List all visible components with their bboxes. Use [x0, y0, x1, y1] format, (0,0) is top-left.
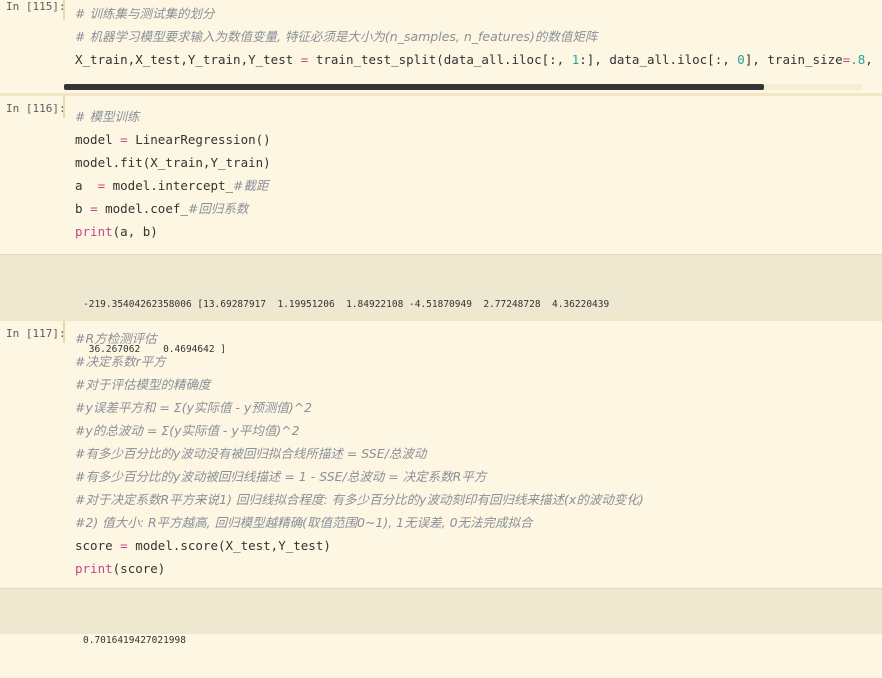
cell-indicator: [63, 96, 65, 118]
cell-indicator: [63, 0, 65, 20]
cell-prompt: In [116]:: [6, 102, 66, 115]
code-comment: #有多少百分比的y波动被回归线描述 = 1 - SSE/总波动 = 决定系数R平…: [75, 469, 487, 484]
code-line: b = model.coef_#回归系数: [75, 197, 882, 220]
code-text: a: [75, 178, 98, 193]
code-line: #有多少百分比的y波动被回归线描述 = 1 - SSE/总波动 = 决定系数R平…: [75, 465, 882, 488]
code-editor[interactable]: # 训练集与测试集的划分 # 机器学习模型要求输入为数值变量, 特征必须是大小为(…: [75, 2, 882, 71]
code-line: # 机器学习模型要求输入为数值变量, 特征必须是大小为(n_samples, n…: [75, 25, 882, 48]
code-text: b: [75, 201, 91, 216]
code-line: #有多少百分比的y波动没有被回归拟合线所描述 = SSE/总波动: [75, 442, 882, 465]
code-comment: #对于评估模型的精确度: [75, 377, 211, 392]
code-line: print(score): [75, 557, 882, 580]
code-comment: # 训练集与测试集的划分: [75, 6, 215, 21]
code-text: ], train_size: [744, 52, 843, 67]
code-number: .8: [850, 52, 866, 67]
code-line: #对于决定系数R平方来说1) 回归线拟合程度: 有多少百分比的y波动刻印有回归线…: [75, 488, 882, 511]
output-line: -219.35404262358006 [13.69287917 1.19951…: [83, 299, 610, 310]
code-operator: =: [97, 178, 106, 193]
code-comment: #2) 值大小: R平方越高, 回归模型越精确(取值范围0~1), 1无误差, …: [75, 515, 533, 530]
cell-prompt: In [115]:: [6, 0, 66, 13]
code-number: 0: [737, 52, 745, 67]
code-line: #对于评估模型的精确度: [75, 373, 882, 396]
code-text: score: [75, 538, 121, 553]
code-line: a = model.intercept_#截距: [75, 174, 882, 197]
cell-output-117: 0.7016419427021998: [0, 588, 882, 646]
code-comment: #决定系数r平方: [75, 354, 166, 369]
code-comment: #截距: [233, 178, 269, 193]
code-text: , r: [865, 52, 882, 67]
code-cell-116[interactable]: In [116]: # 模型训练 model = LinearRegression…: [0, 96, 882, 254]
horizontal-scrollbar[interactable]: [64, 84, 862, 90]
code-comment: # 机器学习模型要求输入为数值变量, 特征必须是大小为(n_samples, n…: [75, 29, 598, 44]
code-line: #y误差平方和 = Σ(y实际值 - y预测值)^2: [75, 396, 882, 419]
code-line: model = LinearRegression(): [75, 128, 882, 151]
code-comment: #有多少百分比的y波动没有被回归拟合线所描述 = SSE/总波动: [75, 446, 427, 461]
code-operator: =: [120, 538, 128, 553]
code-line: #y的总波动 = Σ(y实际值 - y平均值)^2: [75, 419, 882, 442]
code-comment: #y的总波动 = Σ(y实际值 - y平均值)^2: [75, 423, 300, 438]
code-cell-115[interactable]: In [115]: # 训练集与测试集的划分 # 机器学习模型要求输入为数值变量,…: [0, 0, 882, 92]
cell-prompt: In [117]:: [6, 327, 66, 340]
code-operator: =: [120, 132, 128, 147]
code-text: LinearRegression(): [127, 132, 271, 147]
code-text: model.score(X_test,Y_test): [127, 538, 331, 553]
code-editor[interactable]: #R方检测评估 #决定系数r平方 #对于评估模型的精确度 #y误差平方和 = Σ(y实…: [75, 327, 882, 580]
code-comment: #回归系数: [187, 201, 249, 216]
code-keyword: print: [75, 224, 113, 239]
code-text: X_train,X_test,Y_train,Y_test: [75, 52, 301, 67]
code-text: train_test_split(data_all.iloc[:,: [308, 52, 572, 67]
code-text: (score): [112, 561, 166, 576]
code-line: X_train,X_test,Y_train,Y_test = train_te…: [75, 48, 882, 71]
code-text: model.fit(X_train,Y_train): [75, 155, 271, 170]
code-keyword: print: [75, 561, 113, 576]
code-line: #2) 值大小: R平方越高, 回归模型越精确(取值范围0~1), 1无误差, …: [75, 511, 882, 534]
code-line: score = model.score(X_test,Y_test): [75, 534, 882, 557]
code-text: model.coef_: [97, 201, 188, 216]
code-comment: #y误差平方和 = Σ(y实际值 - y预测值)^2: [75, 400, 313, 415]
code-line: print(a, b): [75, 220, 882, 243]
code-comment: # 模型训练: [75, 109, 140, 124]
cell-output-116: -219.35404262358006 [13.69287917 1.19951…: [0, 254, 882, 355]
code-line: # 训练集与测试集的划分: [75, 2, 882, 25]
code-line: #决定系数r平方: [75, 350, 882, 373]
scrollbar-thumb[interactable]: [64, 84, 764, 90]
code-cell-117[interactable]: In [117]: #R方检测评估 #决定系数r平方 #对于评估模型的精确度 #y误差…: [0, 321, 882, 587]
code-comment: #R方检测评估: [75, 331, 157, 346]
code-text: model.intercept_: [105, 178, 234, 193]
code-operator: =: [90, 201, 98, 216]
code-editor[interactable]: # 模型训练 model = LinearRegression() model.fi…: [75, 105, 882, 243]
cell-indicator: [63, 321, 65, 343]
code-line: #R方检测评估: [75, 327, 882, 350]
output-text: 0.7016419427021998: [83, 603, 186, 678]
code-line: # 模型训练: [75, 105, 882, 128]
code-comment: #对于决定系数R平方来说1) 回归线拟合程度: 有多少百分比的y波动刻印有回归线…: [75, 492, 644, 507]
output-line: 0.7016419427021998: [83, 635, 186, 646]
code-text: :], data_all.iloc[:,: [579, 52, 738, 67]
code-text: (a, b): [112, 224, 158, 239]
code-text: model: [75, 132, 121, 147]
code-line: model.fit(X_train,Y_train): [75, 151, 882, 174]
